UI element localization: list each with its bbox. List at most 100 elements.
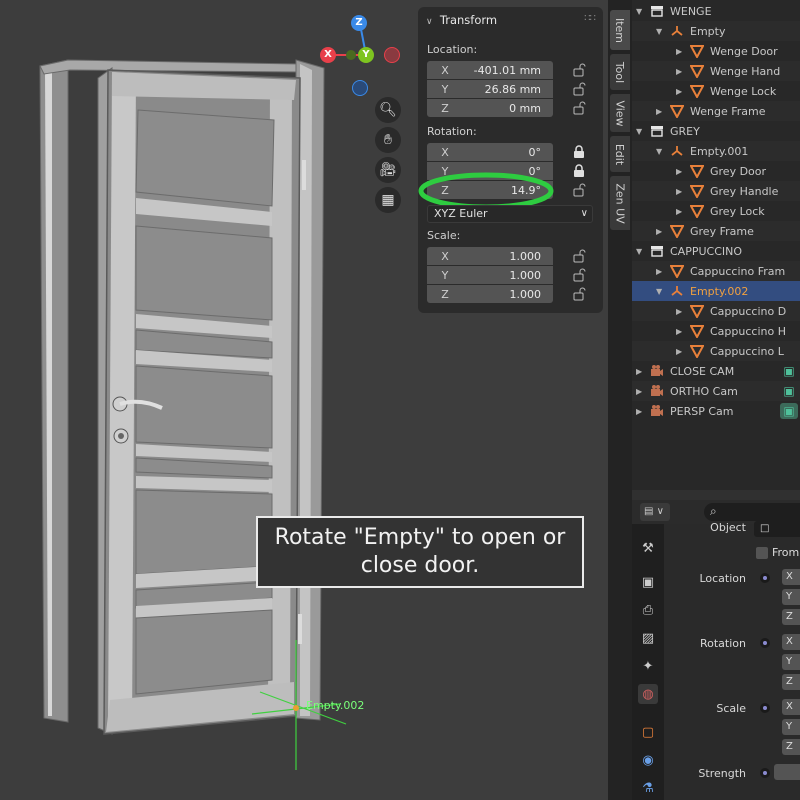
- rotation-y-field[interactable]: Y: [782, 654, 800, 670]
- rotation-x-field[interactable]: X: [782, 634, 800, 650]
- expand-closed-icon[interactable]: ▶: [656, 267, 662, 276]
- zoom-icon[interactable]: 🔍︎: [375, 97, 401, 123]
- expand-closed-icon[interactable]: ▶: [676, 307, 682, 316]
- expand-closed-icon[interactable]: ▶: [676, 47, 682, 56]
- expand-closed-icon[interactable]: ▶: [656, 107, 662, 116]
- location-y-field[interactable]: Y 26.86 mm: [427, 80, 553, 98]
- unlock-icon[interactable]: [572, 101, 586, 115]
- keyframe-dot-icon[interactable]: [760, 573, 770, 583]
- outliner-row-cappuccino-l[interactable]: ▶ Cappuccino L: [632, 341, 800, 361]
- scene-icon[interactable]: ✦: [638, 656, 658, 676]
- outliner-row-wenge[interactable]: ▼ WENGE: [632, 1, 800, 21]
- gizmo-neg-z-axis[interactable]: [352, 80, 368, 96]
- view-layer-icon[interactable]: ▨: [638, 628, 658, 648]
- transform-panel-header[interactable]: ∨ Transform: [426, 13, 497, 27]
- tab-tool[interactable]: Tool: [610, 54, 630, 90]
- keyframe-dot-icon[interactable]: [760, 768, 770, 778]
- outliner-row-wenge-frame[interactable]: ▶ Wenge Frame: [632, 101, 800, 121]
- from-checkbox[interactable]: [756, 547, 768, 559]
- properties-search-input[interactable]: ⌕: [704, 503, 800, 521]
- location-z-field[interactable]: Z 0 mm: [427, 99, 553, 117]
- location-x-field[interactable]: X: [782, 569, 800, 585]
- tab-item[interactable]: Item: [610, 10, 630, 50]
- outliner-row-close-cam[interactable]: ▶ CLOSE CAM ▣: [632, 361, 800, 381]
- camera-view-icon[interactable]: 🎥︎: [375, 157, 401, 183]
- expand-open-icon[interactable]: ▼: [656, 287, 662, 296]
- outliner-row-empty-001[interactable]: ▼ Empty.001: [632, 141, 800, 161]
- scale-x-field[interactable]: X: [782, 699, 800, 715]
- expand-closed-icon[interactable]: ▶: [676, 207, 682, 216]
- pan-hand-icon[interactable]: ✋︎: [375, 127, 401, 153]
- gizmo-z-axis[interactable]: Z: [351, 15, 367, 31]
- drag-grip-icon[interactable]: ∷∷: [584, 13, 596, 24]
- navigation-gizmo[interactable]: Z X Y: [320, 14, 406, 96]
- outliner-row-cappuccino[interactable]: ▼ CAPPUCCINO: [632, 241, 800, 261]
- expand-open-icon[interactable]: ▼: [656, 147, 662, 156]
- lock-icon[interactable]: [572, 164, 586, 178]
- rotation-z-field[interactable]: Z: [782, 674, 800, 690]
- outliner-row-empty-002[interactable]: ▼ Empty.002: [632, 281, 800, 301]
- render-icon[interactable]: ▣: [638, 572, 658, 592]
- expand-open-icon[interactable]: ▼: [636, 247, 642, 256]
- constraints-icon[interactable]: ⚗: [638, 778, 658, 798]
- outliner-row-ortho-cam[interactable]: ▶ ORTHO Cam ▣: [632, 381, 800, 401]
- unlock-icon[interactable]: [572, 249, 586, 263]
- expand-closed-icon[interactable]: ▶: [656, 227, 662, 236]
- outliner-row-cappuccino-d[interactable]: ▶ Cappuccino D: [632, 301, 800, 321]
- unlock-icon[interactable]: [572, 287, 586, 301]
- active-camera-icon[interactable]: ▣: [780, 363, 798, 379]
- rotation-x-field[interactable]: X 0°: [427, 143, 553, 161]
- unlock-icon[interactable]: [572, 183, 586, 197]
- expand-open-icon[interactable]: ▼: [656, 27, 662, 36]
- expand-closed-icon[interactable]: ▶: [676, 67, 682, 76]
- world-icon[interactable]: ◍: [638, 684, 658, 704]
- tab-view[interactable]: View: [610, 94, 630, 132]
- tab-zen-uv[interactable]: Zen UV: [610, 176, 630, 230]
- object-icon[interactable]: ▢: [638, 722, 658, 742]
- gizmo-y-axis[interactable]: Y: [358, 47, 374, 63]
- unlock-icon[interactable]: [572, 82, 586, 96]
- expand-closed-icon[interactable]: ▶: [636, 387, 642, 396]
- expand-closed-icon[interactable]: ▶: [676, 87, 682, 96]
- physics-icon[interactable]: ◉: [638, 750, 658, 770]
- scale-y-field[interactable]: Y: [782, 719, 800, 735]
- 3d-viewport[interactable]: Empty.002 Z X Y 🔍︎ ✋︎ 🎥︎ ▦ ∨ Transform ∷…: [0, 0, 610, 800]
- expand-open-icon[interactable]: ▼: [636, 127, 642, 136]
- tool-settings-icon[interactable]: ⚒: [638, 538, 658, 558]
- active-camera-icon[interactable]: ▣: [780, 403, 798, 419]
- outliner-row-cappuccino-fram[interactable]: ▶ Cappuccino Fram: [632, 261, 800, 281]
- unlock-icon[interactable]: [572, 63, 586, 77]
- expand-closed-icon[interactable]: ▶: [676, 167, 682, 176]
- scale-x-field[interactable]: X 1.000: [427, 247, 553, 265]
- strength-field[interactable]: [774, 764, 800, 780]
- outliner-row-grey-lock[interactable]: ▶ Grey Lock: [632, 201, 800, 221]
- output-icon[interactable]: ⎙: [638, 600, 658, 620]
- scale-z-field[interactable]: Z: [782, 739, 800, 755]
- outliner-row-persp-cam[interactable]: ▶ PERSP Cam ▣: [632, 401, 800, 421]
- lock-icon[interactable]: [572, 145, 586, 159]
- rotation-mode-dropdown[interactable]: XYZ Euler ∨: [427, 205, 593, 223]
- expand-closed-icon[interactable]: ▶: [676, 187, 682, 196]
- outliner-row-empty[interactable]: ▼ Empty: [632, 21, 800, 41]
- outliner-row-wenge-door[interactable]: ▶ Wenge Door: [632, 41, 800, 61]
- outliner-row-grey-handle[interactable]: ▶ Grey Handle: [632, 181, 800, 201]
- keyframe-dot-icon[interactable]: [760, 638, 770, 648]
- scale-y-field[interactable]: Y 1.000: [427, 266, 553, 284]
- gizmo-neg-y-axis[interactable]: [346, 50, 356, 60]
- keyframe-dot-icon[interactable]: [760, 703, 770, 713]
- location-x-field[interactable]: X -401.01 mm: [427, 61, 553, 79]
- expand-closed-icon[interactable]: ▶: [676, 327, 682, 336]
- editor-type-dropdown[interactable]: ▤ ∨: [640, 503, 670, 521]
- tab-edit[interactable]: Edit: [610, 136, 630, 172]
- outliner-row-grey-door[interactable]: ▶ Grey Door: [632, 161, 800, 181]
- ortho-grid-icon[interactable]: ▦: [375, 187, 401, 213]
- location-y-field[interactable]: Y: [782, 589, 800, 605]
- outliner-row-grey-frame[interactable]: ▶ Grey Frame: [632, 221, 800, 241]
- expand-open-icon[interactable]: ▼: [636, 7, 642, 16]
- expand-closed-icon[interactable]: ▶: [636, 367, 642, 376]
- gizmo-neg-x-axis[interactable]: [384, 47, 400, 63]
- unlock-icon[interactable]: [572, 268, 586, 282]
- outliner-row-wenge-hand[interactable]: ▶ Wenge Hand: [632, 61, 800, 81]
- outliner-row-grey[interactable]: ▼ GREY: [632, 121, 800, 141]
- expand-closed-icon[interactable]: ▶: [636, 407, 642, 416]
